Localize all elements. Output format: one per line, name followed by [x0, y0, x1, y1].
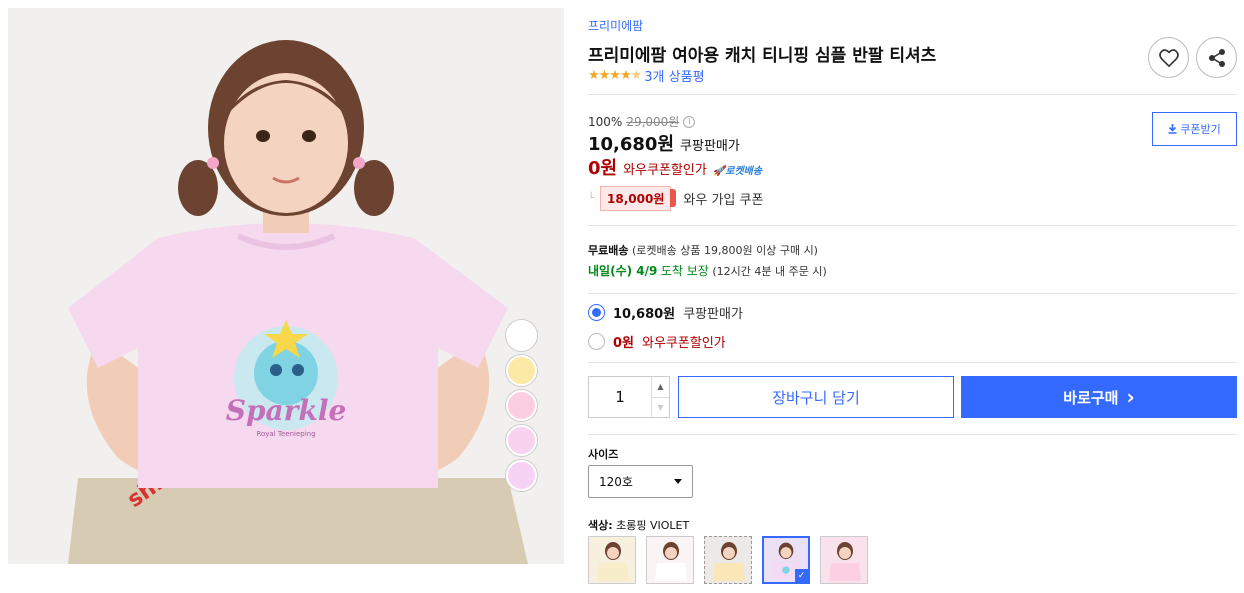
thumbnail-image — [597, 542, 629, 581]
original-price: 29,000원 — [626, 115, 680, 129]
color-swatch-violet[interactable] — [506, 460, 537, 491]
divider — [588, 225, 1237, 226]
size-selected-value: 120호 — [599, 475, 633, 489]
color-thumbnail-selected[interactable]: ✓ — [762, 536, 810, 584]
delivery-date-info: 내일(수) 4/9 도착 보장 (12시간 4분 내 주문 시) — [588, 262, 827, 279]
color-label-title: 색상: — [588, 519, 613, 532]
sale-price-label: 쿠팡판매가 — [680, 139, 740, 154]
free-shipping-detail: (로켓배송 상품 19,800원 이상 구매 시) — [631, 244, 818, 257]
download-icon — [1168, 124, 1177, 134]
option-label: 와우쿠폰할인가 — [642, 336, 726, 351]
color-thumbnail[interactable] — [820, 536, 868, 584]
wow-price: 0원 — [588, 158, 618, 179]
coupon-row: └ 18,000원 와우 가입 쿠폰 — [588, 186, 763, 211]
sale-price-row: 10,680원 쿠팡판매가 — [588, 130, 740, 156]
delivery-date: 내일(수) 4/9 — [588, 264, 658, 278]
color-thumbnail[interactable] — [704, 536, 752, 584]
color-swatch-lilac[interactable] — [506, 425, 537, 456]
discount-row: 100% 29,000원 i — [588, 113, 696, 130]
color-swatch-white[interactable] — [506, 320, 537, 351]
size-label: 사이즈 — [588, 448, 619, 461]
option-price: 0원 — [613, 336, 635, 351]
price-option-wow[interactable]: 0원 와우쿠폰할인가 — [588, 332, 726, 351]
thumbnail-image — [713, 542, 745, 581]
product-main-image: sh. Sparkle Royal Teenieping — [8, 8, 564, 564]
buy-now-label: 바로구매 — [1063, 388, 1119, 407]
check-icon: ✓ — [795, 569, 808, 582]
review-count-link[interactable]: 3개 상품평 — [644, 66, 704, 85]
delivery-guarantee: 도착 보장 — [660, 264, 709, 278]
quantity-input[interactable] — [589, 377, 651, 417]
quantity-buttons: ▲ ▼ — [651, 377, 669, 417]
radio-button-selected[interactable] — [588, 304, 605, 321]
rocket-delivery-badge: 🚀로켓배송 — [712, 166, 763, 177]
color-swatch-list — [506, 320, 538, 495]
product-photo-illustration: sh. Sparkle Royal Teenieping — [8, 8, 564, 564]
color-thumbnail[interactable] — [588, 536, 636, 584]
divider — [588, 293, 1237, 294]
color-thumbnail-list: ✓ — [588, 536, 868, 584]
coupon-button-label: 쿠폰받기 — [1180, 123, 1221, 136]
discount-rate: 100% — [588, 114, 623, 129]
share-icon — [1208, 48, 1225, 67]
add-to-cart-button[interactable]: 장바구니 담기 — [678, 376, 954, 418]
info-icon[interactable]: i — [683, 115, 696, 128]
caret-down-icon — [674, 479, 682, 484]
coupon-download-button[interactable]: 쿠폰받기 — [1152, 112, 1237, 146]
shipping-info: 무료배송 (로켓배송 상품 19,800원 이상 구매 시) — [588, 242, 818, 258]
wow-price-label: 와우쿠폰할인가 — [623, 163, 707, 178]
free-shipping-label: 무료배송 — [588, 244, 629, 257]
sale-price: 10,680원 — [588, 134, 675, 155]
buy-now-button[interactable]: 바로구매 › — [961, 376, 1237, 418]
shirt-print-text: Sparkle — [226, 394, 347, 427]
thumbnail-image — [829, 542, 861, 581]
coupon-description: 와우 가입 쿠폰 — [683, 193, 764, 208]
color-selected-value: 초롱핑 VIOLET — [616, 519, 690, 532]
half-star-icon: ★ — [630, 68, 643, 83]
divider — [588, 434, 1237, 435]
rating-row[interactable]: ★★★★★ 3개 상품평 — [588, 66, 705, 85]
color-swatch-pink[interactable] — [506, 390, 537, 421]
quantity-increase-button[interactable]: ▲ — [652, 377, 669, 398]
divider — [588, 94, 1237, 95]
color-swatch-yellow[interactable] — [506, 355, 537, 386]
quantity-decrease-button[interactable]: ▼ — [652, 398, 669, 418]
shirt-print-subtext: Royal Teenieping — [256, 430, 315, 438]
price-option-coupang[interactable]: 10,680원 쿠팡판매가 — [588, 303, 743, 322]
wow-price-row: 0원 와우쿠폰할인가 🚀로켓배송 — [588, 154, 762, 180]
color-label: 색상: 초롱핑 VIOLET — [588, 517, 689, 533]
radio-button[interactable] — [588, 333, 605, 350]
option-label: 쿠팡판매가 — [683, 307, 743, 322]
branch-icon: └ — [588, 193, 595, 204]
rating-stars: ★★★★★ — [588, 68, 643, 83]
color-thumbnail[interactable] — [646, 536, 694, 584]
wishlist-button[interactable] — [1148, 37, 1189, 78]
share-button[interactable] — [1196, 37, 1237, 78]
product-title: 프리미에팜 여아용 캐치 티니핑 심플 반팔 티셔츠 — [588, 46, 937, 66]
brand-link[interactable]: 프리미에팜 — [588, 17, 643, 34]
option-price: 10,680원 — [613, 307, 676, 322]
coupon-amount-tag: 18,000원 — [600, 186, 677, 211]
star-icons: ★★★★ — [588, 68, 632, 83]
size-select[interactable]: 120호 — [588, 465, 693, 498]
quantity-stepper: ▲ ▼ — [588, 376, 670, 418]
thumbnail-image — [655, 542, 687, 581]
divider — [588, 362, 1237, 363]
chevron-right-icon: › — [1126, 385, 1135, 409]
delivery-condition: (12시간 4분 내 주문 시) — [712, 265, 827, 278]
heart-icon — [1158, 48, 1179, 67]
